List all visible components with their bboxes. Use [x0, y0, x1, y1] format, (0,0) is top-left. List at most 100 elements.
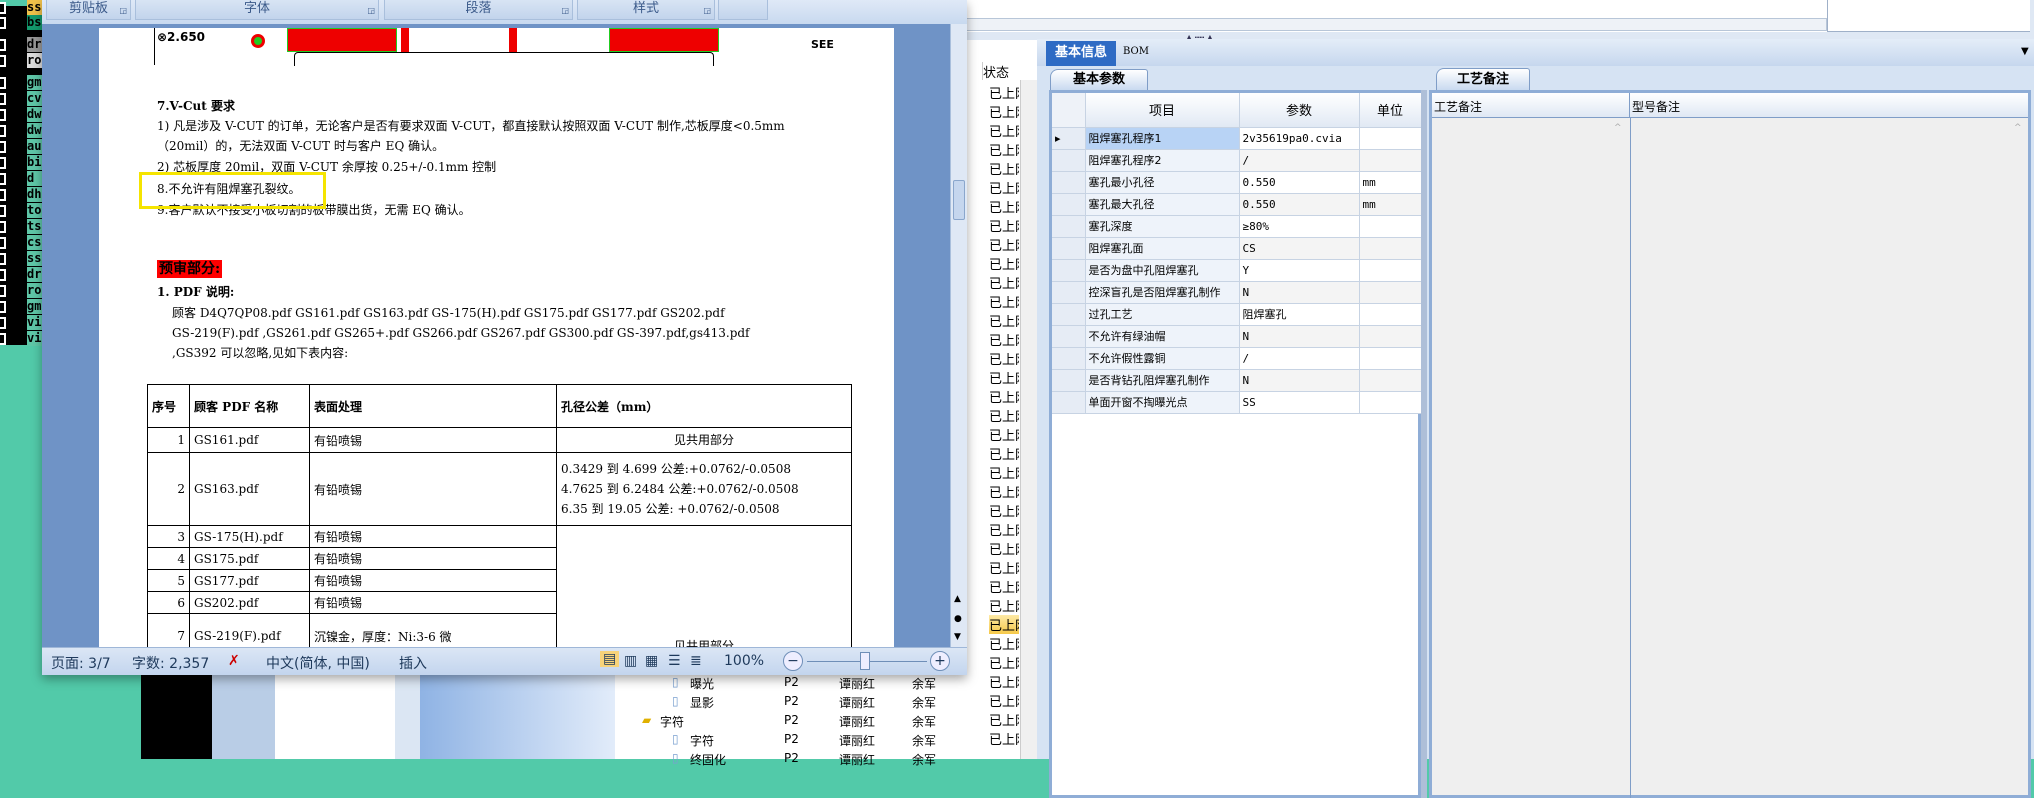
checkbox[interactable]	[0, 141, 6, 153]
status-cell[interactable]: 已上网	[989, 102, 1019, 121]
list-item-label[interactable]: bi	[27, 155, 43, 170]
status-cell[interactable]: 已上网	[989, 425, 1019, 444]
checkbox[interactable]	[0, 125, 6, 137]
param-value[interactable]: Y	[1239, 259, 1360, 282]
list-item-label[interactable]: dw	[27, 107, 43, 122]
checkbox[interactable]	[0, 109, 6, 121]
list-item-label[interactable]: dh	[27, 187, 43, 202]
status-cell[interactable]: 已上网	[989, 273, 1019, 292]
checkbox[interactable]	[0, 55, 6, 67]
status-cell[interactable]: 已上网	[989, 653, 1019, 672]
tree-cell-reviewer[interactable]: 余军	[912, 675, 936, 692]
tree-cell-name[interactable]: 字符	[690, 732, 714, 749]
param-value[interactable]: CS	[1239, 237, 1360, 260]
param-name[interactable]: 塞孔最大孔径	[1085, 193, 1240, 216]
status-cell[interactable]: 已上网	[989, 254, 1019, 273]
status-cell[interactable]: 已上网	[989, 292, 1019, 311]
param-unit[interactable]	[1359, 149, 1422, 172]
param-unit[interactable]	[1359, 237, 1422, 260]
param-unit[interactable]	[1359, 215, 1422, 238]
zoom-level[interactable]: 100%	[724, 653, 764, 669]
status-cell[interactable]: 已上网	[989, 387, 1019, 406]
insert-mode[interactable]: 插入	[399, 653, 427, 673]
tree-cell-reviewer[interactable]: 余军	[912, 732, 936, 749]
status-cell[interactable]: 已上网	[989, 577, 1019, 596]
table-row[interactable]: 塞孔最小孔径 0.550 mm	[1052, 171, 1422, 194]
prev-page-icon[interactable]: ▲	[954, 594, 961, 604]
full-screen-reading-icon[interactable]: ▥	[624, 653, 637, 669]
row-indicator[interactable]	[1052, 325, 1086, 348]
tab-bom[interactable]: BOM	[1123, 46, 1149, 57]
status-cell[interactable]: 已上网	[989, 482, 1019, 501]
status-cell[interactable]: 已上网	[989, 710, 1019, 729]
list-item-label[interactable]: dw	[27, 123, 43, 138]
param-unit[interactable]	[1359, 325, 1422, 348]
status-cell[interactable]: 已上网	[989, 463, 1019, 482]
table-row[interactable]: 是否为盘中孔阻焊塞孔 Y	[1052, 259, 1422, 282]
status-cell[interactable]: 已上网	[989, 634, 1019, 653]
param-name[interactable]: 是否背钻孔阻焊塞孔制作	[1085, 369, 1240, 392]
zoom-out-button[interactable]: −	[783, 651, 803, 671]
param-unit[interactable]	[1359, 303, 1422, 326]
param-unit[interactable]	[1359, 369, 1422, 392]
param-name[interactable]: 不允许假性露铜	[1085, 347, 1240, 370]
param-value[interactable]: SS	[1239, 391, 1360, 414]
status-cell[interactable]: 已上网	[989, 83, 1019, 102]
tree-cell-reviewer[interactable]: 余军	[912, 751, 936, 768]
table-row[interactable]: 不允许有绿油帽 N	[1052, 325, 1422, 348]
column-header-model-notes[interactable]: 型号备注	[1630, 93, 2028, 118]
status-cell[interactable]: 已上网	[989, 368, 1019, 387]
list-item-label[interactable]: ts	[27, 219, 43, 234]
tree-cell-name[interactable]: 显影	[690, 694, 714, 711]
tree-cell-owner[interactable]: 谭丽红	[839, 732, 875, 749]
status-cell[interactable]: 已上网	[989, 330, 1019, 349]
param-value[interactable]: N	[1239, 281, 1360, 304]
checkbox[interactable]	[0, 221, 6, 233]
table-row[interactable]: 是否背钻孔阻焊塞孔制作 N	[1052, 369, 1422, 392]
vertical-scrollbar[interactable]	[1020, 80, 1037, 759]
list-item-label[interactable]: dr	[27, 37, 43, 52]
tree-cell-level[interactable]: P2	[784, 694, 799, 708]
status-cell[interactable]: 已上网	[989, 672, 1019, 691]
param-unit[interactable]: mm	[1359, 193, 1422, 216]
status-cell[interactable]: 已上网	[989, 178, 1019, 197]
status-column-header[interactable]: 状态	[982, 62, 1018, 81]
ribbon-group-clipboard[interactable]: 剪贴板 ◲	[46, 0, 131, 20]
row-indicator[interactable]	[1052, 347, 1086, 370]
checkbox[interactable]	[0, 157, 6, 169]
param-unit[interactable]	[1359, 259, 1422, 282]
row-indicator[interactable]	[1052, 259, 1086, 282]
row-indicator[interactable]	[1052, 149, 1086, 172]
zoom-slider-thumb[interactable]	[860, 652, 870, 670]
checkbox[interactable]	[0, 2, 6, 14]
column-header-unit[interactable]: 单位	[1359, 93, 1422, 128]
list-item-label[interactable]: d	[27, 171, 43, 186]
scroll-up-icon[interactable]: ^	[2014, 123, 2022, 133]
checkbox[interactable]	[0, 93, 6, 105]
proofing-icon[interactable]: ✗	[228, 653, 240, 669]
list-item-label[interactable]: gm	[27, 75, 43, 90]
horizontal-scrollbar[interactable]	[965, 18, 1827, 31]
list-item-label[interactable]: ro	[27, 53, 43, 68]
param-value[interactable]: N	[1239, 325, 1360, 348]
status-cell[interactable]: 已上网	[989, 596, 1019, 615]
row-indicator[interactable]: ▸	[1052, 127, 1086, 150]
status-cell[interactable]: 已上网	[989, 729, 1019, 748]
tree-cell-level[interactable]: P2	[784, 675, 799, 689]
row-indicator[interactable]	[1052, 193, 1086, 216]
ribbon-group-font[interactable]: 字体 ◲	[135, 0, 379, 20]
scroll-up-icon[interactable]: ^	[1614, 123, 1622, 133]
column-header-process-notes[interactable]: 工艺备注	[1432, 93, 1630, 118]
zoom-in-button[interactable]: +	[930, 651, 950, 671]
param-value[interactable]: 阻焊塞孔	[1239, 303, 1360, 326]
list-item-label[interactable]: ss	[27, 0, 43, 15]
web-layout-icon[interactable]: ▦	[645, 653, 658, 669]
status-cell[interactable]: 已上网	[989, 159, 1019, 178]
next-page-icon[interactable]: ▼	[954, 632, 961, 642]
param-unit[interactable]	[1359, 127, 1422, 150]
param-name[interactable]: 阻焊塞孔程序2	[1085, 149, 1240, 172]
list-item-label[interactable]: gm	[27, 299, 43, 314]
checkbox[interactable]	[0, 173, 6, 185]
row-indicator[interactable]	[1052, 391, 1086, 414]
print-layout-icon[interactable]: ▤	[600, 651, 620, 667]
